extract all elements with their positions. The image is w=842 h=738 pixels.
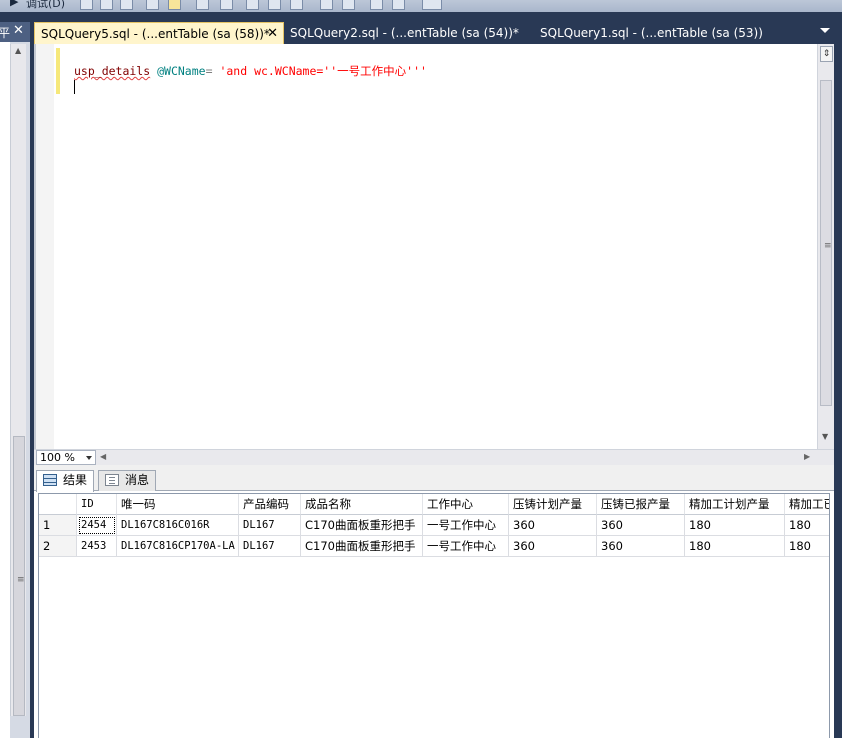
messages-icon [105, 474, 119, 486]
grip-icon: ≡ [17, 575, 25, 585]
tab-sqlquery5[interactable]: SQLQuery5.sql - (...entTable (sa (58))* … [34, 22, 284, 44]
scroll-thumb[interactable]: ≡ [820, 80, 832, 406]
query-editor[interactable]: usp_details @WCName= 'and wc.WCName=''一号… [34, 44, 834, 449]
include-plan-icon[interactable] [196, 0, 209, 10]
column-header[interactable]: 成品名称 [301, 494, 423, 515]
toolbar: ▶ 调试(D) [0, 0, 842, 12]
string-literal: 'and wc.WCName=''一号工作中心''' [219, 64, 427, 78]
row-number[interactable]: 1 [39, 515, 77, 536]
table-cell[interactable]: 180 [685, 515, 785, 536]
table-cell[interactable]: 360 [509, 536, 597, 557]
tab-label: 消息 [125, 473, 150, 487]
table-cell[interactable]: 一号工作中心 [423, 515, 509, 536]
grid-icon [43, 474, 57, 486]
row-number[interactable]: 2 [39, 536, 77, 557]
scroll-down-icon[interactable]: ▼ [822, 432, 828, 441]
table-cell[interactable]: 2453 [77, 536, 117, 557]
editor-horizontal-scrollbar[interactable]: 100 % ◀ ▶ [34, 449, 834, 465]
panel-header: 平 ✕ [0, 22, 30, 42]
table-cell[interactable]: C170曲面板重形把手 [301, 515, 423, 536]
specify-values-icon[interactable] [370, 0, 383, 10]
panel-body [0, 42, 10, 738]
scroll-right-icon[interactable]: ▶ [804, 452, 810, 461]
table-cell[interactable]: 180 [785, 515, 829, 536]
results-to-text-icon[interactable] [146, 0, 159, 10]
table-cell[interactable]: C170曲面板重形把手 [301, 536, 423, 557]
bookmark-icon[interactable] [392, 0, 405, 10]
table-cell[interactable]: 180 [785, 536, 829, 557]
tab-sqlquery1[interactable]: SQLQuery1.sql - (...entTable (sa (53)) [534, 22, 784, 44]
editor-gutter [36, 44, 54, 449]
close-tab-icon[interactable]: ✕ [267, 23, 278, 45]
column-header[interactable]: 压铸已报产量 [597, 494, 685, 515]
table-cell[interactable]: 180 [685, 536, 785, 557]
uncomment-icon[interactable] [268, 0, 281, 10]
tab-label: SQLQuery5.sql - (...entTable (sa (58))* [41, 27, 270, 41]
scroll-thumb[interactable]: ≡ [13, 436, 25, 716]
increase-indent-icon[interactable] [342, 0, 355, 10]
parameter-name: @WCName [157, 64, 206, 78]
code-line-1[interactable]: usp_details @WCName= 'and wc.WCName=''一号… [74, 63, 427, 79]
column-header[interactable]: ID [77, 494, 117, 515]
debug-button[interactable]: 调试(D) [26, 0, 65, 10]
results-tab-strip: 结果 消息 [34, 465, 834, 492]
tab-messages[interactable]: 消息 [98, 470, 157, 491]
text-caret [74, 80, 75, 94]
editor-vertical-scrollbar[interactable]: ⇕ ≡ ▼ [817, 44, 834, 449]
table-cell[interactable]: 360 [597, 515, 685, 536]
zoom-select[interactable]: 100 % [36, 450, 96, 465]
table-row[interactable]: 1 2454 DL167C816C016R DL167 C170曲面板重形把手 … [39, 515, 829, 536]
tab-sqlquery2[interactable]: SQLQuery2.sql - (...entTable (sa (54))* [284, 22, 534, 44]
change-indicator [56, 48, 60, 94]
table-cell[interactable]: 2454 [77, 515, 117, 536]
column-header[interactable]: 产品编码 [239, 494, 301, 515]
chevron-down-icon [86, 456, 92, 460]
table-cell[interactable]: DL167 [239, 536, 301, 557]
decrease-indent-icon[interactable] [320, 0, 333, 10]
column-header[interactable]: 工作中心 [423, 494, 509, 515]
results-to-grid-icon[interactable] [168, 0, 181, 10]
scroll-up-icon[interactable]: ▲ [15, 46, 21, 55]
ssms-window: ▶ 调试(D) 平 ✕ ▲ ≡ SQLQuery5.sql - (...entT… [0, 0, 842, 738]
table-cell[interactable]: 360 [509, 515, 597, 536]
table-cell[interactable]: DL167C816CP170A-LA [117, 536, 239, 557]
split-icon[interactable]: ⇕ [820, 46, 833, 62]
tab-results[interactable]: 结果 [36, 470, 95, 492]
stop-icon[interactable] [80, 0, 93, 10]
column-header[interactable]: 精加工计划产量 [685, 494, 785, 515]
tab-list-dropdown-icon[interactable] [820, 28, 830, 33]
table-cell[interactable]: 360 [597, 536, 685, 557]
column-header[interactable]: 压铸计划产量 [509, 494, 597, 515]
pin-icon[interactable]: 平 [0, 24, 10, 41]
procedure-name: usp_details [74, 64, 151, 78]
results-grid[interactable]: ID 唯一码 产品编码 成品名称 工作中心 压铸计划产量 压铸已报产量 精加工计… [38, 493, 830, 738]
table-cell[interactable]: 一号工作中心 [423, 536, 509, 557]
table-cell[interactable]: DL167 [239, 515, 301, 536]
panel-vertical-scrollbar[interactable]: ▲ ≡ [10, 44, 26, 716]
row-number-header[interactable] [39, 494, 77, 515]
query-designer-icon[interactable] [120, 0, 133, 10]
check-icon[interactable] [100, 0, 113, 10]
client-stats-icon[interactable] [220, 0, 233, 10]
toolbar-overflow-icon[interactable] [422, 0, 442, 10]
document-tab-strip: SQLQuery5.sql - (...entTable (sa (58))* … [30, 22, 842, 44]
column-header[interactable]: 唯一码 [117, 494, 239, 515]
table-cell[interactable]: DL167C816C016R [117, 515, 239, 536]
grip-icon: ≡ [824, 241, 832, 251]
scroll-left-icon[interactable]: ◀ [100, 452, 106, 461]
grid-header-row: ID 唯一码 产品编码 成品名称 工作中心 压铸计划产量 压铸已报产量 精加工计… [39, 494, 829, 515]
debug-play-icon[interactable]: ▶ [10, 0, 18, 9]
table-row[interactable]: 2 2453 DL167C816CP170A-LA DL167 C170曲面板重… [39, 536, 829, 557]
close-icon[interactable]: ✕ [13, 23, 24, 38]
comment-icon[interactable] [246, 0, 259, 10]
column-header[interactable]: 精加工已 [785, 494, 829, 515]
assign-operator: = [205, 64, 213, 78]
tab-label: 结果 [63, 473, 88, 487]
outdent-icon[interactable] [290, 0, 303, 10]
tab-label: SQLQuery2.sql - (...entTable (sa (54))* [290, 26, 519, 40]
zoom-value: 100 % [40, 451, 75, 464]
tab-label: SQLQuery1.sql - (...entTable (sa (53)) [540, 26, 763, 40]
results-pane: 结果 消息 ID 唯一码 产品编码 成品名称 工作中心 压铸计划产量 压铸已报产… [34, 465, 834, 738]
